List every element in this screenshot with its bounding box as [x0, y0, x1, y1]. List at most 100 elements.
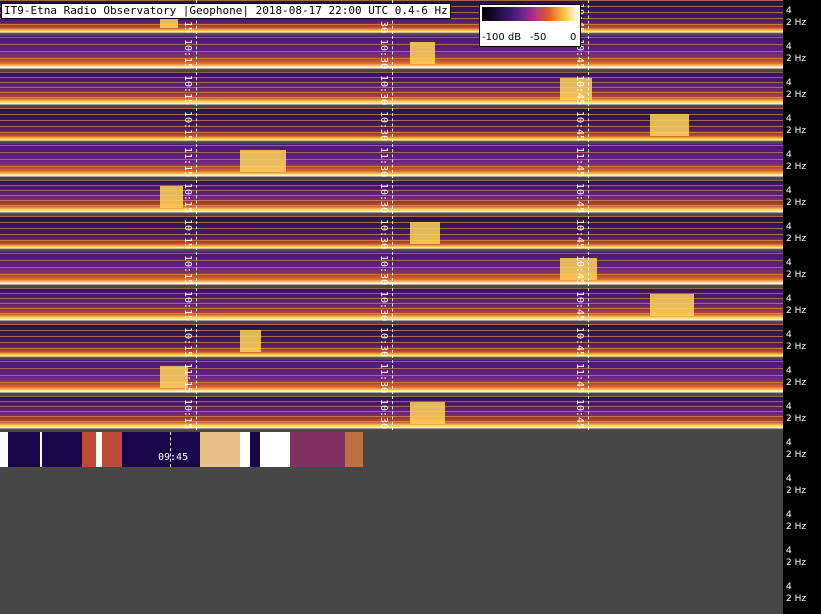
time-label: 10:15 [182, 75, 193, 106]
scale-label-2hz: 2 Hz [786, 558, 807, 568]
time-marker-line [588, 324, 589, 358]
scale-label-2hz: 2 Hz [786, 198, 807, 208]
spectrogram-row: 10:1510:3010:45 [0, 180, 783, 214]
time-marker-line [392, 72, 393, 106]
spectrogram-row: 10:15 10:30 10:45 [0, 288, 783, 322]
time-label: 09:45 [158, 452, 189, 463]
time-label: 10:15 [182, 219, 193, 250]
time-label: 10:15 [182, 111, 193, 142]
scale-label-4: 4 [786, 510, 792, 520]
signal-burst [290, 432, 345, 467]
scale-label-4: 4 [786, 186, 792, 196]
signal-burst [240, 150, 286, 172]
scale-label-4: 4 [786, 402, 792, 412]
time-label: 10:30 [378, 183, 389, 214]
scale-label-2hz: 2 Hz [786, 234, 807, 244]
scale-label-4: 4 [786, 42, 792, 52]
time-marker-line [392, 180, 393, 214]
spectrogram-row: 11:15 11:30 11:45 [0, 360, 783, 394]
time-marker-line [588, 216, 589, 250]
time-marker-line [196, 144, 197, 178]
time-label: 10:45 [574, 399, 585, 430]
time-label: 10:45 [574, 183, 585, 214]
scale-label-2hz: 2 Hz [786, 450, 807, 460]
signal-burst [650, 114, 689, 136]
time-label: 10:30 [378, 255, 389, 286]
scale-label-4: 4 [786, 438, 792, 448]
signal-burst [0, 432, 8, 467]
scale-label-4: 4 [786, 114, 792, 124]
time-label: 10:45 [574, 255, 585, 286]
spectrogram-row: 10:15 10:30 10:45 [0, 108, 783, 142]
time-label: 10:45 [574, 75, 585, 106]
time-marker-line [392, 288, 393, 322]
legend-mid-label: -50 [530, 32, 547, 43]
colorbar [482, 7, 578, 21]
scale-label-2hz: 2 Hz [786, 594, 807, 604]
scale-label-2hz: 2 Hz [786, 378, 807, 388]
scale-label-2hz: 2 Hz [786, 414, 807, 424]
time-marker-line [588, 252, 589, 286]
time-label: 10:30 [378, 399, 389, 430]
time-label: 10:15 [182, 255, 193, 286]
signal-burst [650, 294, 694, 316]
time-marker-line [196, 216, 197, 250]
scale-label-4: 4 [786, 150, 792, 160]
spectrogram-row: 10:15 10:30 10:45 [0, 252, 783, 286]
signal-burst [160, 186, 183, 208]
scale-label-4: 4 [786, 78, 792, 88]
spectrogram-row: 11:15 11:30 11:45 [0, 144, 783, 178]
scale-label-4: 4 [786, 6, 792, 16]
spectrogram-area: 10:15 10:30 10:45 10:15 10:30 10:45 10:15 10:30… [0, 0, 783, 614]
colorbar-legend: -100 dB -50 0 [479, 4, 581, 47]
scale-label-2hz: 2 Hz [786, 54, 807, 64]
time-marker-line [392, 396, 393, 430]
legend-min-label: -100 dB [482, 32, 522, 43]
signal-burst [410, 402, 445, 424]
legend-max-label: 0 [570, 32, 577, 43]
scale-label-4: 4 [786, 294, 792, 304]
time-label: 10:45 [574, 291, 585, 322]
time-marker-line [588, 144, 589, 178]
time-label: 10:30 [378, 39, 389, 70]
time-label: 11:45 [574, 363, 585, 394]
time-marker-line [196, 108, 197, 142]
partial-spectrogram-row: 09:45 [0, 432, 363, 467]
time-label: 10:30 [378, 111, 389, 142]
time-marker-line [196, 252, 197, 286]
scale-label-2hz: 2 Hz [786, 162, 807, 172]
signal-burst [260, 432, 290, 467]
scale-label-2hz: 2 Hz [786, 18, 807, 28]
scale-label-4: 4 [786, 474, 792, 484]
time-marker-line [392, 108, 393, 142]
spectrogram-row: 10:1510:3010:45 [0, 72, 783, 106]
time-label: 11:30 [378, 147, 389, 178]
scale-label-2hz: 2 Hz [786, 342, 807, 352]
time-label: 10:15 [182, 291, 193, 322]
spectrogram-row: 10:1510:3010:45 [0, 324, 783, 358]
time-label: 10:15 [182, 399, 193, 430]
time-label: 11:15 [182, 363, 193, 394]
scale-label-4: 4 [786, 258, 792, 268]
scale-label-2hz: 2 Hz [786, 522, 807, 532]
spectrogram-row: 10:1510:3010:45 [0, 36, 783, 70]
time-label: 10:30 [378, 327, 389, 358]
time-marker-line [196, 396, 197, 430]
scale-label-2hz: 2 Hz [786, 90, 807, 100]
time-marker-line [392, 144, 393, 178]
signal-burst [240, 432, 250, 467]
scale-label-4: 4 [786, 582, 792, 592]
time-marker-line [392, 252, 393, 286]
spectrogram-row: 10:1510:3010:45 [0, 216, 783, 250]
time-label: 10:30 [378, 219, 389, 250]
time-marker-line [196, 360, 197, 394]
time-label: 11:30 [378, 363, 389, 394]
time-marker-line [588, 396, 589, 430]
time-marker-line [392, 360, 393, 394]
time-marker-line [196, 72, 197, 106]
time-label: 10:30 [378, 291, 389, 322]
time-label: 10:15 [182, 39, 193, 70]
scale-label-4: 4 [786, 366, 792, 376]
time-marker-line [588, 360, 589, 394]
time-label: 10:45 [574, 111, 585, 142]
